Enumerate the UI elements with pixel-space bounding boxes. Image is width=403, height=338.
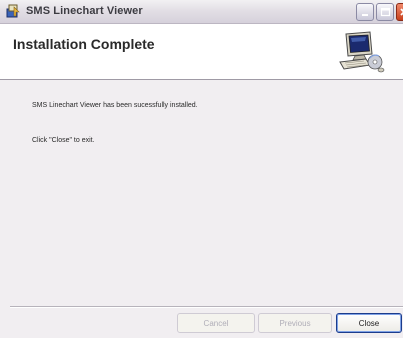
- installer-icon: [6, 4, 20, 18]
- minimize-icon: [362, 14, 368, 16]
- close-button[interactable]: Close: [336, 313, 402, 333]
- computer-install-icon: [336, 28, 386, 76]
- header-banner: Installation Complete: [0, 24, 403, 80]
- button-separator: [10, 306, 403, 308]
- page-title: Installation Complete: [13, 36, 155, 52]
- maximize-icon: [380, 7, 391, 17]
- maximize-button[interactable]: [376, 3, 394, 21]
- installer-window: SMS Linechart Viewer Installation Comple…: [0, 0, 403, 338]
- close-icon: [400, 8, 403, 16]
- cancel-button[interactable]: Cancel: [177, 313, 255, 333]
- minimize-button[interactable]: [356, 3, 374, 21]
- window-title: SMS Linechart Viewer: [26, 5, 143, 17]
- title-bar[interactable]: SMS Linechart Viewer: [0, 0, 403, 24]
- success-message: SMS Linechart Viewer has been sucessfull…: [32, 102, 198, 109]
- exit-instruction: Click "Close" to exit.: [32, 137, 95, 144]
- previous-button[interactable]: Previous: [258, 313, 332, 333]
- close-window-button[interactable]: [396, 3, 403, 21]
